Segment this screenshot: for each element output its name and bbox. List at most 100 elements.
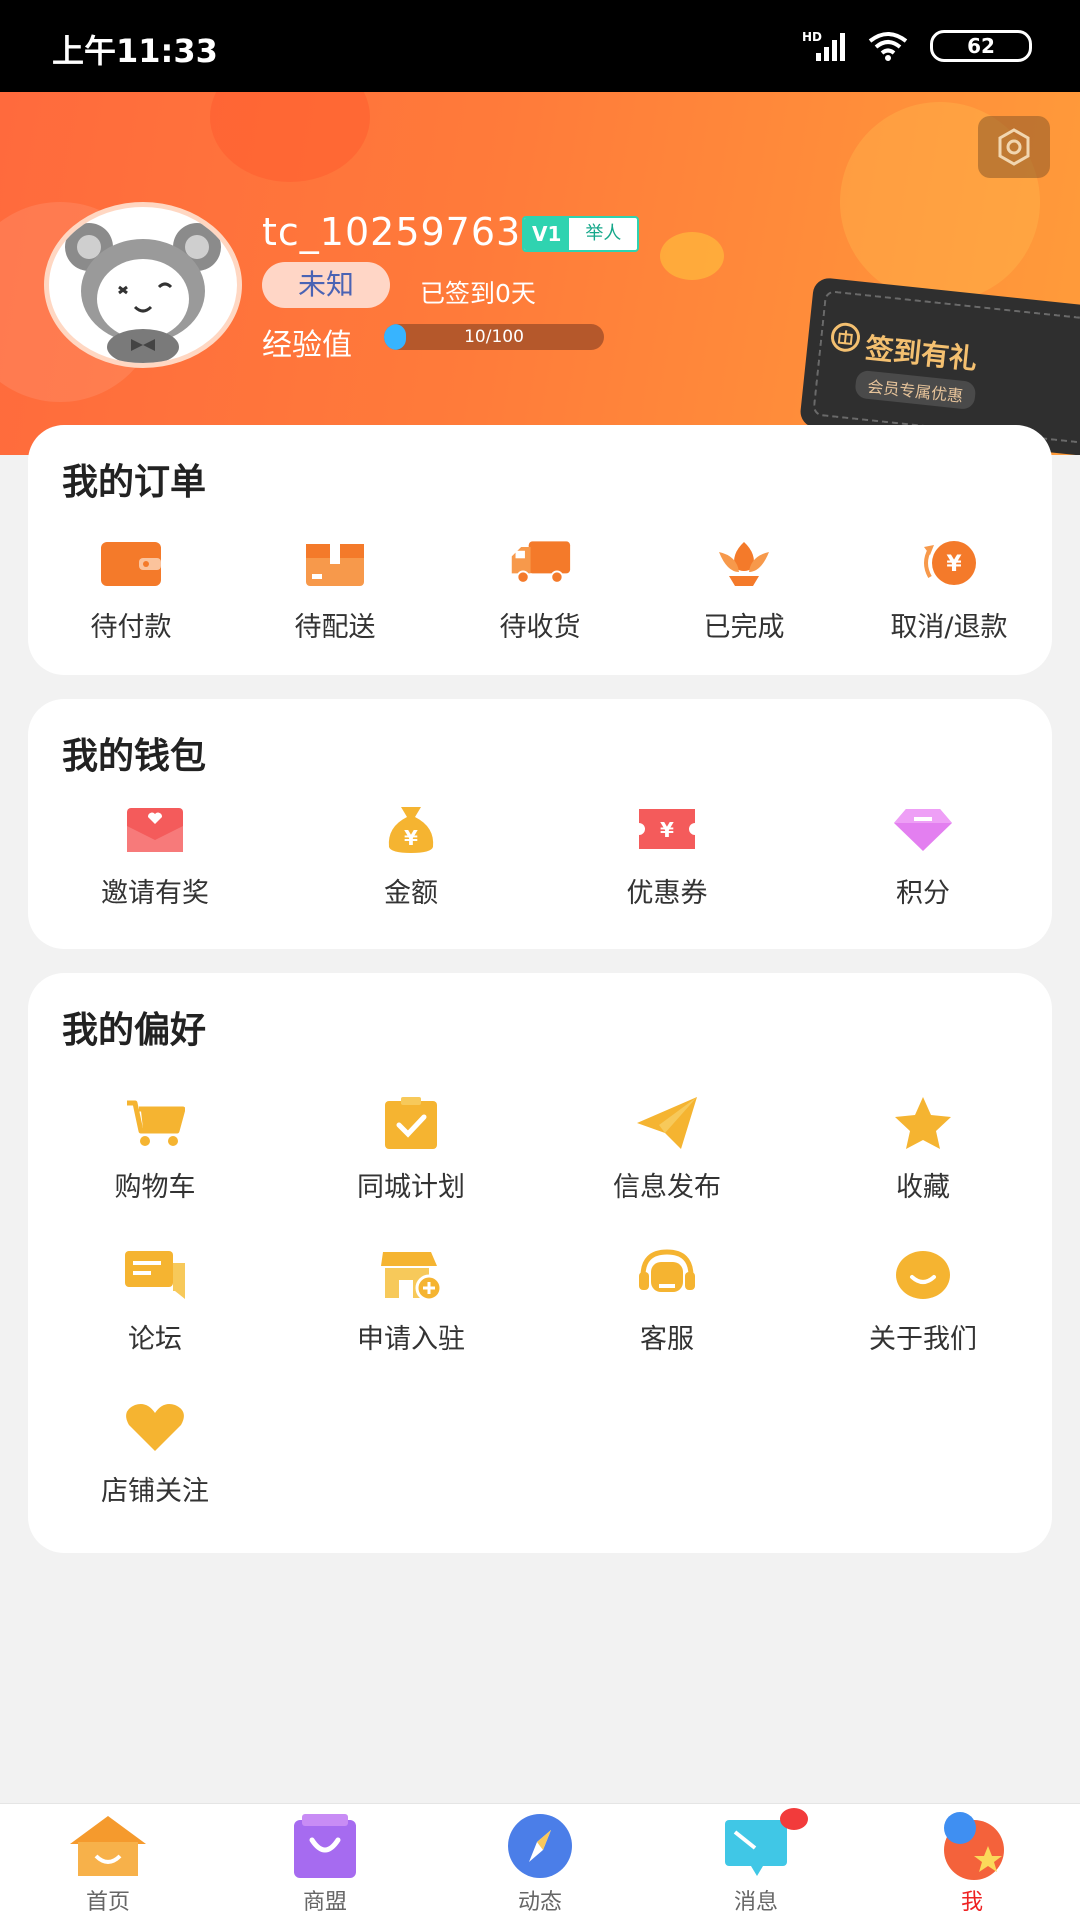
tab-feed[interactable]: 动态: [470, 1810, 610, 1916]
avatar[interactable]: [44, 202, 242, 368]
pref-followed-shops[interactable]: 店铺关注: [80, 1397, 230, 1508]
truck-icon: [511, 541, 571, 584]
gear-icon: [998, 128, 1030, 166]
unread-badge: [780, 1808, 808, 1830]
compass-icon: [508, 1814, 572, 1878]
wifi-icon: [868, 32, 908, 61]
coupon-icon: ¥: [639, 809, 695, 849]
tab-messages-label: 消息: [733, 1890, 778, 1915]
wallet-invite-reward-label: 邀请有奖: [101, 878, 209, 909]
paper-plane-icon: [637, 1097, 697, 1149]
battery-indicator: 62: [930, 30, 1032, 62]
wallet-balance-label: 金额: [384, 878, 438, 909]
pref-customer-service[interactable]: 客服: [592, 1245, 742, 1356]
exp-progress-bar: 10/100: [384, 324, 604, 350]
orders-card: 我的订单 待付款 待配送 待收货 已完成 ¥ 取消/退款: [28, 425, 1052, 675]
pref-followed-shops-label: 店铺关注: [101, 1476, 209, 1507]
status-time: 上午11:33: [52, 32, 218, 70]
username: tc_10259763: [262, 210, 522, 254]
cart-icon: [127, 1100, 185, 1146]
vip-level: V1: [524, 218, 570, 250]
order-pending-receipt[interactable]: 待收货: [465, 533, 615, 644]
signal-icon: HD: [802, 30, 845, 61]
clipboard-check-icon: [385, 1097, 437, 1149]
shop-bag-icon: [294, 1814, 356, 1878]
pref-favorites-label: 收藏: [896, 1172, 950, 1203]
lotus-icon: [719, 542, 769, 586]
wallet-points[interactable]: 积分: [848, 799, 998, 910]
wallet-coupon-label: 优惠券: [626, 878, 708, 909]
pref-customer-service-label: 客服: [640, 1324, 694, 1355]
vip-badge: V1 举人: [522, 216, 640, 252]
pref-post-info-label: 信息发布: [613, 1172, 721, 1203]
headset-icon: [639, 1249, 695, 1292]
heart-icon: [126, 1404, 184, 1451]
order-pending-delivery-label: 待配送: [294, 612, 376, 643]
order-pending-delivery[interactable]: 待配送: [260, 533, 410, 644]
order-completed[interactable]: 已完成: [669, 533, 819, 644]
wallet-balance[interactable]: ¥ 金额: [336, 799, 486, 910]
order-refund[interactable]: ¥ 取消/退款: [874, 533, 1024, 644]
tab-home[interactable]: 首页: [38, 1810, 178, 1916]
status-bar: 上午11:33 HD 62: [0, 0, 1080, 92]
wallet-invite-reward[interactable]: 邀请有奖: [80, 799, 230, 910]
gender-badge[interactable]: 未知: [262, 262, 390, 308]
exp-label: 经验值: [262, 328, 352, 363]
order-pending-receipt-label: 待收货: [499, 612, 581, 643]
status-icons: HD 62: [802, 26, 1032, 66]
orders-title: 我的订单: [62, 462, 207, 503]
wallet-title: 我的钱包: [62, 736, 207, 777]
order-refund-label: 取消/退款: [890, 612, 1008, 643]
signin-days: 已签到0天: [420, 279, 536, 308]
order-completed-label: 已完成: [703, 612, 785, 643]
pref-cart-label: 购物车: [114, 1172, 196, 1203]
order-pending-payment-label: 待付款: [90, 612, 172, 643]
home-icon: [70, 1816, 146, 1876]
profile-header: tc_10259763 V1 举人 未知 已签到0天 经验值 10/100 签到…: [0, 92, 1080, 455]
wallet-points-label: 积分: [896, 878, 950, 909]
tab-me[interactable]: 我: [902, 1810, 1042, 1916]
preferences-card: 我的偏好 购物车 同城计划 信息发布 收藏 论坛 申请入驻 客服 关于我们 店铺…: [28, 973, 1052, 1553]
pref-about-us[interactable]: 关于我们: [848, 1245, 998, 1356]
wallet-icon: [101, 542, 161, 586]
exp-progress-text: 10/100: [464, 327, 524, 347]
bear-avatar-icon: [65, 223, 221, 363]
svg-text:¥: ¥: [660, 818, 674, 842]
package-icon: [306, 544, 364, 586]
pref-city-plan-label: 同城计划: [357, 1172, 465, 1203]
gift-icon: [831, 322, 861, 352]
smile-icon: [896, 1251, 950, 1299]
pref-about-us-label: 关于我们: [869, 1324, 977, 1355]
preferences-title: 我的偏好: [62, 1010, 207, 1051]
chat-icon: [125, 1251, 185, 1299]
wallet-coupon[interactable]: ¥ 优惠券: [592, 799, 742, 910]
money-bag-icon: ¥: [388, 807, 434, 853]
pref-forum[interactable]: 论坛: [80, 1245, 230, 1356]
order-pending-payment[interactable]: 待付款: [56, 533, 206, 644]
bottom-tab-bar: 首页 商盟 动态 消息 我: [0, 1803, 1080, 1920]
tab-home-label: 首页: [85, 1890, 130, 1915]
settings-button[interactable]: [978, 116, 1050, 178]
pref-apply-join[interactable]: 申请入驻: [336, 1245, 486, 1356]
profile-icon: [944, 1812, 1004, 1880]
vip-title: 举人: [585, 223, 622, 244]
pref-cart[interactable]: 购物车: [80, 1093, 230, 1204]
tab-messages[interactable]: 消息: [686, 1808, 826, 1916]
envelope-icon: [127, 808, 183, 852]
diamond-icon: [894, 809, 952, 851]
refund-icon: ¥: [924, 541, 976, 585]
svg-text:¥: ¥: [404, 826, 418, 850]
signal-hd-label: HD: [802, 30, 822, 44]
svg-text:¥: ¥: [946, 552, 962, 577]
store-add-icon: [381, 1252, 443, 1302]
tab-shop-alliance[interactable]: 商盟: [255, 1810, 395, 1916]
pref-post-info[interactable]: 信息发布: [592, 1093, 742, 1204]
pref-favorites[interactable]: 收藏: [848, 1093, 998, 1204]
tab-shop-alliance-label: 商盟: [302, 1890, 347, 1915]
tab-me-label: 我: [960, 1890, 983, 1915]
pref-forum-label: 论坛: [128, 1324, 182, 1355]
pref-apply-join-label: 申请入驻: [357, 1324, 465, 1355]
tab-feed-label: 动态: [517, 1890, 562, 1915]
star-icon: [895, 1097, 951, 1149]
pref-city-plan[interactable]: 同城计划: [336, 1093, 486, 1204]
